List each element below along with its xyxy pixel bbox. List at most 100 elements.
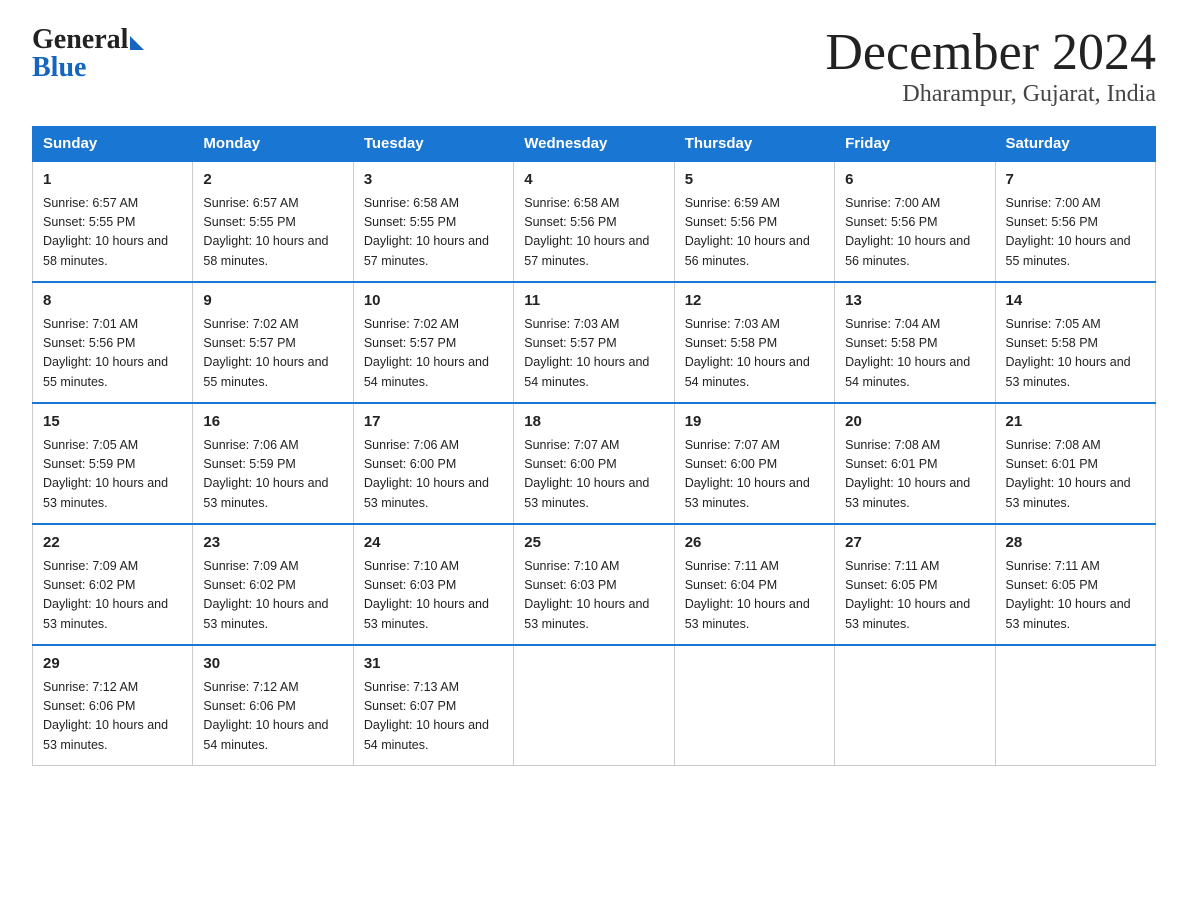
day-number: 9 (203, 290, 342, 313)
calendar-week-row: 29 Sunrise: 7:12 AMSunset: 6:06 PMDaylig… (33, 645, 1156, 766)
calendar-cell: 21 Sunrise: 7:08 AMSunset: 6:01 PMDaylig… (995, 403, 1155, 524)
calendar-cell: 18 Sunrise: 7:07 AMSunset: 6:00 PMDaylig… (514, 403, 674, 524)
day-number: 8 (43, 290, 182, 313)
day-info: Sunrise: 7:03 AMSunset: 5:57 PMDaylight:… (524, 317, 649, 389)
title-block: December 2024 Dharampur, Gujarat, India (825, 24, 1156, 108)
calendar-cell: 23 Sunrise: 7:09 AMSunset: 6:02 PMDaylig… (193, 524, 353, 645)
calendar-cell (514, 645, 674, 766)
day-number: 31 (364, 653, 503, 676)
page-title: December 2024 (825, 24, 1156, 81)
day-number: 4 (524, 169, 663, 192)
day-number: 19 (685, 411, 824, 434)
calendar-cell: 16 Sunrise: 7:06 AMSunset: 5:59 PMDaylig… (193, 403, 353, 524)
col-header-monday: Monday (193, 127, 353, 162)
day-number: 15 (43, 411, 182, 434)
col-header-wednesday: Wednesday (514, 127, 674, 162)
calendar-cell: 2 Sunrise: 6:57 AMSunset: 5:55 PMDayligh… (193, 161, 353, 282)
day-number: 2 (203, 169, 342, 192)
day-info: Sunrise: 6:57 AMSunset: 5:55 PMDaylight:… (203, 196, 328, 268)
calendar-week-row: 22 Sunrise: 7:09 AMSunset: 6:02 PMDaylig… (33, 524, 1156, 645)
day-info: Sunrise: 7:06 AMSunset: 6:00 PMDaylight:… (364, 438, 489, 510)
day-number: 22 (43, 532, 182, 555)
day-number: 7 (1006, 169, 1145, 192)
day-number: 21 (1006, 411, 1145, 434)
calendar-cell: 9 Sunrise: 7:02 AMSunset: 5:57 PMDayligh… (193, 282, 353, 403)
calendar-cell: 7 Sunrise: 7:00 AMSunset: 5:56 PMDayligh… (995, 161, 1155, 282)
calendar-cell (835, 645, 995, 766)
calendar-cell: 13 Sunrise: 7:04 AMSunset: 5:58 PMDaylig… (835, 282, 995, 403)
calendar-cell: 24 Sunrise: 7:10 AMSunset: 6:03 PMDaylig… (353, 524, 513, 645)
calendar-cell: 27 Sunrise: 7:11 AMSunset: 6:05 PMDaylig… (835, 524, 995, 645)
day-info: Sunrise: 6:58 AMSunset: 5:55 PMDaylight:… (364, 196, 489, 268)
calendar-cell: 25 Sunrise: 7:10 AMSunset: 6:03 PMDaylig… (514, 524, 674, 645)
day-info: Sunrise: 7:09 AMSunset: 6:02 PMDaylight:… (203, 559, 328, 631)
day-info: Sunrise: 7:11 AMSunset: 6:05 PMDaylight:… (1006, 559, 1131, 631)
day-number: 11 (524, 290, 663, 313)
calendar-cell: 3 Sunrise: 6:58 AMSunset: 5:55 PMDayligh… (353, 161, 513, 282)
day-info: Sunrise: 7:12 AMSunset: 6:06 PMDaylight:… (43, 680, 168, 752)
day-info: Sunrise: 7:04 AMSunset: 5:58 PMDaylight:… (845, 317, 970, 389)
day-info: Sunrise: 7:11 AMSunset: 6:04 PMDaylight:… (685, 559, 810, 631)
day-number: 3 (364, 169, 503, 192)
day-info: Sunrise: 7:08 AMSunset: 6:01 PMDaylight:… (845, 438, 970, 510)
day-info: Sunrise: 7:02 AMSunset: 5:57 PMDaylight:… (364, 317, 489, 389)
calendar-table: SundayMondayTuesdayWednesdayThursdayFrid… (32, 126, 1156, 766)
day-info: Sunrise: 6:57 AMSunset: 5:55 PMDaylight:… (43, 196, 168, 268)
calendar-cell: 22 Sunrise: 7:09 AMSunset: 6:02 PMDaylig… (33, 524, 193, 645)
logo-triangle-icon (130, 36, 144, 50)
calendar-cell: 15 Sunrise: 7:05 AMSunset: 5:59 PMDaylig… (33, 403, 193, 524)
day-info: Sunrise: 6:59 AMSunset: 5:56 PMDaylight:… (685, 196, 810, 268)
day-number: 5 (685, 169, 824, 192)
calendar-cell: 30 Sunrise: 7:12 AMSunset: 6:06 PMDaylig… (193, 645, 353, 766)
day-number: 1 (43, 169, 182, 192)
day-number: 23 (203, 532, 342, 555)
day-info: Sunrise: 7:01 AMSunset: 5:56 PMDaylight:… (43, 317, 168, 389)
day-info: Sunrise: 7:06 AMSunset: 5:59 PMDaylight:… (203, 438, 328, 510)
day-number: 28 (1006, 532, 1145, 555)
calendar-cell: 20 Sunrise: 7:08 AMSunset: 6:01 PMDaylig… (835, 403, 995, 524)
day-info: Sunrise: 6:58 AMSunset: 5:56 PMDaylight:… (524, 196, 649, 268)
day-info: Sunrise: 7:11 AMSunset: 6:05 PMDaylight:… (845, 559, 970, 631)
col-header-friday: Friday (835, 127, 995, 162)
calendar-cell (995, 645, 1155, 766)
calendar-cell: 11 Sunrise: 7:03 AMSunset: 5:57 PMDaylig… (514, 282, 674, 403)
day-number: 25 (524, 532, 663, 555)
calendar-cell (674, 645, 834, 766)
day-info: Sunrise: 7:00 AMSunset: 5:56 PMDaylight:… (1006, 196, 1131, 268)
day-number: 18 (524, 411, 663, 434)
calendar-header-row: SundayMondayTuesdayWednesdayThursdayFrid… (33, 127, 1156, 162)
day-info: Sunrise: 7:13 AMSunset: 6:07 PMDaylight:… (364, 680, 489, 752)
day-number: 24 (364, 532, 503, 555)
calendar-cell: 28 Sunrise: 7:11 AMSunset: 6:05 PMDaylig… (995, 524, 1155, 645)
logo-blue-text: Blue (32, 52, 86, 84)
day-info: Sunrise: 7:10 AMSunset: 6:03 PMDaylight:… (524, 559, 649, 631)
day-info: Sunrise: 7:10 AMSunset: 6:03 PMDaylight:… (364, 559, 489, 631)
col-header-sunday: Sunday (33, 127, 193, 162)
day-number: 17 (364, 411, 503, 434)
day-info: Sunrise: 7:05 AMSunset: 5:59 PMDaylight:… (43, 438, 168, 510)
calendar-cell: 12 Sunrise: 7:03 AMSunset: 5:58 PMDaylig… (674, 282, 834, 403)
day-number: 29 (43, 653, 182, 676)
day-info: Sunrise: 7:12 AMSunset: 6:06 PMDaylight:… (203, 680, 328, 752)
calendar-week-row: 1 Sunrise: 6:57 AMSunset: 5:55 PMDayligh… (33, 161, 1156, 282)
col-header-saturday: Saturday (995, 127, 1155, 162)
day-info: Sunrise: 7:00 AMSunset: 5:56 PMDaylight:… (845, 196, 970, 268)
calendar-cell: 10 Sunrise: 7:02 AMSunset: 5:57 PMDaylig… (353, 282, 513, 403)
col-header-thursday: Thursday (674, 127, 834, 162)
calendar-cell: 17 Sunrise: 7:06 AMSunset: 6:00 PMDaylig… (353, 403, 513, 524)
day-info: Sunrise: 7:09 AMSunset: 6:02 PMDaylight:… (43, 559, 168, 631)
calendar-week-row: 8 Sunrise: 7:01 AMSunset: 5:56 PMDayligh… (33, 282, 1156, 403)
calendar-week-row: 15 Sunrise: 7:05 AMSunset: 5:59 PMDaylig… (33, 403, 1156, 524)
day-number: 20 (845, 411, 984, 434)
calendar-cell: 6 Sunrise: 7:00 AMSunset: 5:56 PMDayligh… (835, 161, 995, 282)
day-info: Sunrise: 7:08 AMSunset: 6:01 PMDaylight:… (1006, 438, 1131, 510)
calendar-cell: 4 Sunrise: 6:58 AMSunset: 5:56 PMDayligh… (514, 161, 674, 282)
day-number: 26 (685, 532, 824, 555)
col-header-tuesday: Tuesday (353, 127, 513, 162)
calendar-cell: 31 Sunrise: 7:13 AMSunset: 6:07 PMDaylig… (353, 645, 513, 766)
calendar-cell: 5 Sunrise: 6:59 AMSunset: 5:56 PMDayligh… (674, 161, 834, 282)
calendar-cell: 8 Sunrise: 7:01 AMSunset: 5:56 PMDayligh… (33, 282, 193, 403)
page-subtitle: Dharampur, Gujarat, India (825, 81, 1156, 108)
day-info: Sunrise: 7:02 AMSunset: 5:57 PMDaylight:… (203, 317, 328, 389)
day-number: 13 (845, 290, 984, 313)
